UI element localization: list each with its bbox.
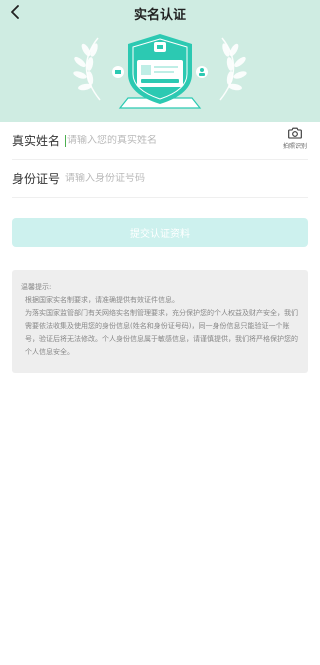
camera-scan-button[interactable]: 拍照识别 — [278, 127, 312, 155]
name-input[interactable] — [67, 135, 308, 146]
tips-line-2: 为落实国家监管部门有关网络实名制管理要求，充分保护您的个人权益及财产安全，我们需… — [25, 309, 298, 356]
text-cursor — [65, 134, 66, 147]
tips-title: 温馨提示: — [21, 283, 52, 291]
camera-icon — [288, 127, 302, 139]
name-label: 真实姓名 — [12, 134, 61, 148]
tips-panel: 温馨提示: 根据国家实名制要求，请准确提供有效证件信息。 为落实国家监管部门有关… — [12, 270, 308, 373]
header-banner: 实名认证 — [0, 0, 320, 122]
submit-button[interactable]: 提交认证资料 — [12, 218, 308, 247]
id-number-input[interactable] — [65, 173, 308, 184]
page-title: 实名认证 — [133, 8, 186, 23]
tips-line-1: 根据国家实名制要求，请准确提供有效证件信息。 — [25, 296, 179, 304]
id-verification-illustration — [73, 34, 247, 109]
verification-form: 真实姓名 拍照识别 身份证号 — [0, 122, 320, 198]
id-number-row: 身份证号 — [12, 160, 308, 198]
id-number-label: 身份证号 — [12, 172, 61, 186]
name-row: 真实姓名 拍照识别 — [12, 122, 308, 160]
camera-caption: 拍照识别 — [282, 143, 307, 150]
